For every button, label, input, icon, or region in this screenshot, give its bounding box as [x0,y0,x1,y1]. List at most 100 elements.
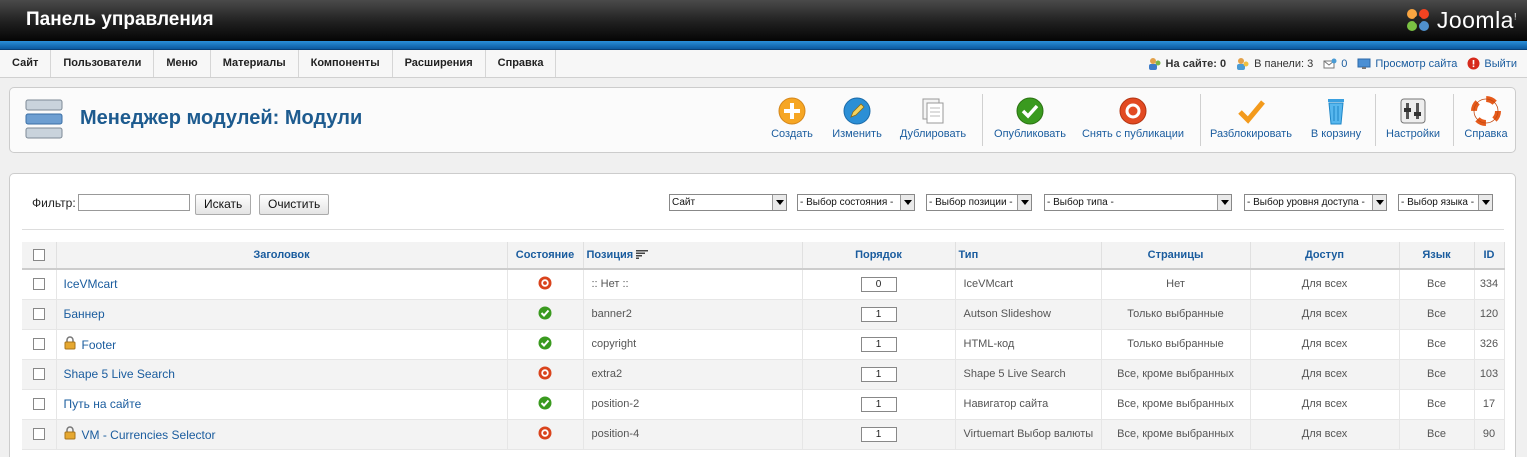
row-access: Для всех [1250,299,1400,330]
status-bar: На сайте: 0 В панели: 3 0 Просмотр сайта… [1138,50,1517,77]
row-checkbox[interactable] [32,338,45,351]
module-title-link[interactable]: Баннер [64,307,105,321]
row-state-cell[interactable] [507,299,584,330]
ordering-input[interactable]: 1 [860,396,897,412]
logout-icon [1467,57,1480,70]
menu-content[interactable]: Материалы [211,50,299,77]
logout-link[interactable]: Выйти [1467,57,1517,70]
row-checkbox[interactable] [32,398,45,411]
col-id[interactable]: ID [1474,242,1505,270]
toolbar-separator [1453,94,1454,146]
col-title[interactable]: Заголовок [56,242,508,270]
checkin-button[interactable]: Разблокировать [1208,96,1294,146]
client-select[interactable]: Сайт [669,194,787,211]
row-state-cell[interactable] [507,269,584,300]
view-site-link[interactable]: Просмотр сайта [1357,58,1457,70]
row-title-cell: VM - Currencies Selector [56,419,508,450]
filter-search-input[interactable] [78,194,190,211]
col-access[interactable]: Доступ [1250,242,1400,270]
row-language: Все [1399,359,1475,390]
select-all-checkbox[interactable] [32,249,45,262]
table-row: Баннер banner2 1 Autson Slideshow Только выб… [22,299,1505,330]
module-title-link[interactable]: Footer [82,338,117,352]
row-id: 120 [1474,299,1505,330]
position-select[interactable]: - Выбор позиции - [926,194,1032,211]
module-title-link[interactable]: Shape 5 Live Search [64,367,175,381]
ordering-input[interactable]: 1 [860,336,897,352]
col-pages[interactable]: Страницы [1101,242,1251,270]
row-pages: Только выбранные [1101,299,1251,330]
ordering-input[interactable]: 1 [860,366,897,382]
col-language[interactable]: Язык [1399,242,1475,270]
menu-extensions[interactable]: Расширения [393,50,486,77]
access-select[interactable]: - Выбор уровня доступа - [1244,194,1387,211]
filter-label: Фильтр: [32,196,76,210]
row-checkbox[interactable] [32,278,45,291]
lock-icon[interactable] [64,336,76,350]
row-type: HTML-код [955,329,1102,360]
row-select-cell [22,329,57,360]
menu-menus[interactable]: Меню [154,50,211,77]
row-position: position-4 [583,419,803,450]
help-button[interactable]: Справка [1460,96,1512,146]
row-checkbox[interactable] [32,308,45,321]
status-messages[interactable]: 0 [1323,58,1347,70]
menu-components[interactable]: Компоненты [299,50,393,77]
row-checkbox[interactable] [32,368,45,381]
check-circle-icon [1016,97,1044,125]
unpublish-button[interactable]: Снять с публикации [1080,96,1186,146]
row-state-cell[interactable] [507,389,584,420]
unpublished-icon [538,366,552,379]
module-title-link[interactable]: VM - Currencies Selector [82,428,216,442]
published-icon [538,336,552,349]
menu-site[interactable]: Сайт [0,50,52,77]
row-state-cell[interactable] [507,329,584,360]
unpublish-circle-icon [1119,97,1147,125]
ordering-input[interactable]: 1 [860,306,897,322]
type-select[interactable]: - Выбор типа - [1044,194,1232,211]
options-button[interactable]: Настройки [1382,96,1444,146]
row-state-cell[interactable] [507,359,584,390]
row-id: 17 [1474,389,1505,420]
table-row: Путь на сайте position-2 1 Навигатор сайта В… [22,389,1505,420]
col-state[interactable]: Состояние [507,242,584,270]
chevron-down-icon [900,195,914,210]
publish-button[interactable]: Опубликовать [990,96,1070,146]
edit-button[interactable]: Изменить [827,96,887,146]
row-select-cell [22,269,57,300]
toolbar-box: Менеджер модулей: Модули Создать Изменит… [9,87,1516,153]
chevron-down-icon [1017,195,1031,210]
new-button[interactable]: Создать [767,96,817,146]
search-button[interactable]: Искать [195,194,252,215]
trash-button[interactable]: В корзину [1306,96,1366,146]
state-select[interactable]: - Выбор состояния - [797,194,915,211]
row-checkbox[interactable] [32,428,45,441]
row-select-cell [22,359,57,390]
duplicate-button[interactable]: Дублировать [896,96,970,146]
col-type[interactable]: Тип [955,242,1102,270]
row-pages: Все, кроме выбранных [1101,389,1251,420]
copy-icon [922,98,944,124]
row-state-cell[interactable] [507,419,584,450]
chevron-down-icon [1217,195,1231,210]
col-ordering[interactable]: Порядок [802,242,956,270]
col-position[interactable]: Позиция [583,242,803,270]
row-language: Все [1399,269,1475,300]
language-select[interactable]: - Выбор языка - [1398,194,1493,211]
row-pages: Все, кроме выбранных [1101,419,1251,450]
row-access: Для всех [1250,329,1400,360]
module-title-link[interactable]: Путь на сайте [64,397,142,411]
clear-button[interactable]: Очистить [259,194,330,215]
joomla-logo[interactable]: Joomla! [1403,4,1517,36]
chevron-down-icon [1478,195,1492,210]
ordering-input[interactable]: 0 [860,276,897,292]
menu-help[interactable]: Справка [486,50,557,77]
table-row: Shape 5 Live Search extra2 1 Shape 5 Live S… [22,359,1505,390]
row-type: IceVMcart [955,269,1102,300]
module-title-link[interactable]: IceVMcart [64,277,118,291]
ordering-input[interactable]: 1 [860,426,897,442]
menu-users[interactable]: Пользователи [51,50,155,77]
lock-icon[interactable] [64,426,76,440]
filter-divider [22,229,1504,230]
row-type: Autson Slideshow [955,299,1102,330]
